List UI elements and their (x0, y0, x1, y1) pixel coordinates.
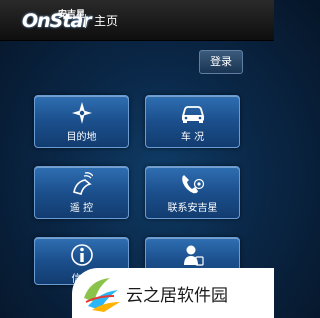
service-icon (184, 245, 204, 266)
remote-control-button[interactable]: 遥 控 (34, 166, 129, 219)
app-header: OnStar 安吉星 主页 (0, 0, 274, 41)
watermark-overlay: 云之居软件园 (72, 268, 274, 318)
onstar-logo: OnStar 安吉星 (22, 8, 92, 34)
header-divider (85, 14, 86, 28)
remote-icon (73, 172, 93, 195)
watermark-text: 云之居软件园 (126, 286, 228, 306)
vehicle-status-button[interactable]: 车 况 (145, 95, 240, 148)
car-icon (181, 106, 205, 123)
info-icon (71, 244, 93, 266)
destination-label: 目的地 (66, 132, 97, 143)
remote-control-label: 遥 控 (69, 203, 94, 214)
phone-icon (182, 175, 205, 194)
contact-onstar-label: 联系安吉星 (167, 203, 218, 214)
vehicle-status-label: 车 况 (180, 132, 205, 143)
page-title: 主页 (94, 14, 119, 28)
destination-button[interactable]: 目的地 (34, 95, 129, 148)
yunzhiju-logo-icon (84, 278, 120, 312)
login-button[interactable]: 登录 (199, 50, 243, 74)
destination-icon (72, 102, 92, 124)
contact-onstar-button[interactable]: 联系安吉星 (145, 166, 240, 219)
logo-cn-text: 安吉星 (58, 10, 86, 20)
